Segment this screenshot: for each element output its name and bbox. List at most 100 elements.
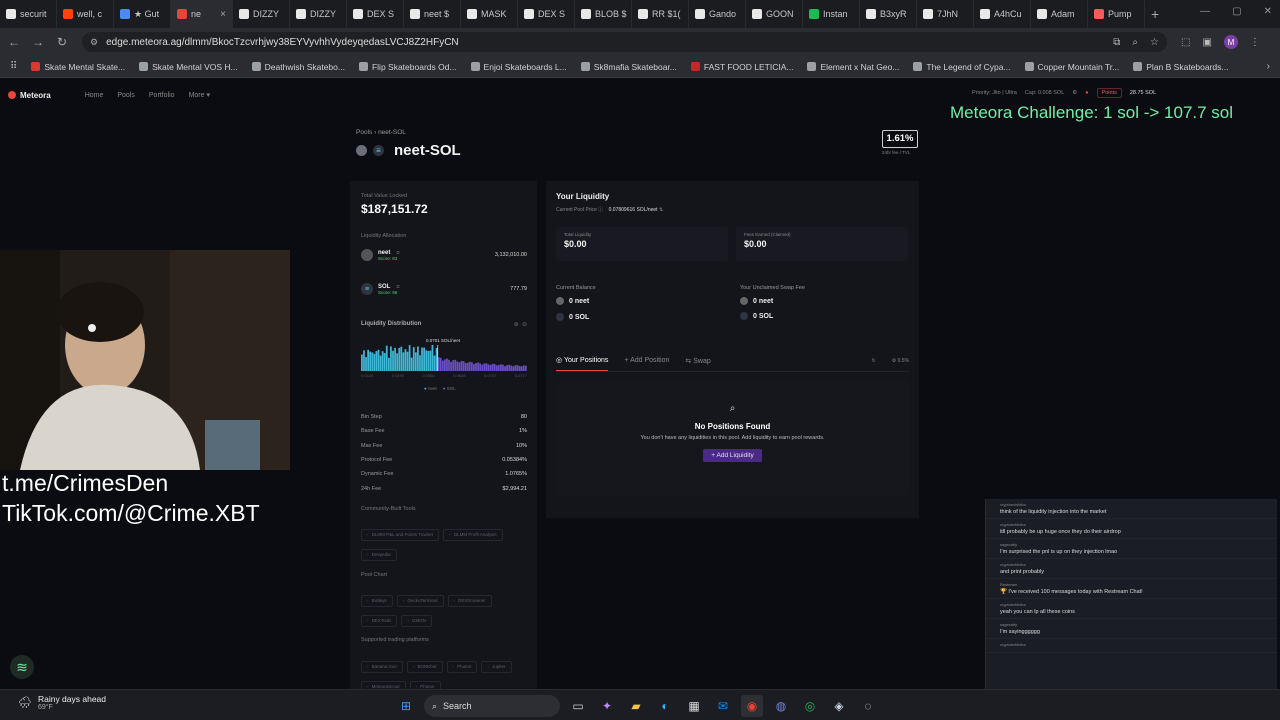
browser-tab[interactable]: ★ Gut: [114, 0, 171, 28]
sidebar-icon[interactable]: ▣: [1202, 37, 1211, 48]
platform-link[interactable]: ◦ Photon: [446, 661, 478, 673]
community-tool-link[interactable]: ◦ DLMM P&L and Points Tracker: [361, 529, 440, 541]
spotify-icon[interactable]: ◎: [799, 695, 821, 717]
browser-tab[interactable]: MASK: [461, 0, 518, 28]
copy-address-icon[interactable]: ⧉: [396, 250, 399, 255]
browser-tab[interactable]: well, c: [57, 0, 114, 28]
apps-icon[interactable]: ⠿: [10, 61, 17, 72]
browser-tab[interactable]: Pump: [1088, 0, 1145, 28]
tab-your-positions[interactable]: ◎ Your Positions: [556, 356, 609, 371]
cap-setting[interactable]: Cap: 0.008 SOL: [1025, 90, 1064, 96]
browser-tab[interactable]: Gando: [689, 0, 746, 28]
new-tab-button[interactable]: +: [1151, 6, 1159, 22]
maximize-icon[interactable]: ▢: [1232, 6, 1241, 17]
add-liquidity-button[interactable]: + Add Liquidity: [703, 449, 762, 462]
edge-icon[interactable]: ◐: [654, 695, 676, 717]
browser-tab[interactable]: Instan: [803, 0, 860, 28]
browser-tab[interactable]: DIZZY: [290, 0, 347, 28]
browser-tab[interactable]: DEX S: [518, 0, 575, 28]
forward-icon[interactable]: →: [28, 35, 48, 49]
browser-tab[interactable]: BLOB $: [575, 0, 632, 28]
menu-icon[interactable]: ⋮: [1250, 37, 1260, 48]
chart-link[interactable]: ◦ GMGN: [401, 615, 432, 627]
community-tool-link[interactable]: ◦ DLMM Profit Analysis: [443, 529, 503, 541]
discord-icon[interactable]: ◍: [770, 695, 792, 717]
steam-icon[interactable]: ◈: [828, 695, 850, 717]
chart-link[interactable]: ◦ Birdeye: [361, 595, 393, 607]
reload-icon[interactable]: ↻: [52, 35, 72, 49]
bookmark-item[interactable]: Skate Mental VOS H...: [139, 62, 238, 72]
browser-tab[interactable]: GOON: [746, 0, 803, 28]
community-tool-link[interactable]: ◦ Dexpedia: [361, 549, 397, 561]
copy-address-icon[interactable]: ⧉: [396, 284, 399, 289]
nav-more[interactable]: More ▾: [189, 91, 210, 99]
address-bar[interactable]: ⚙ edge.meteora.ag/dlmm/BkocTzcvrhjwy38EY…: [82, 32, 1167, 52]
priority-setting[interactable]: Priority: Jito | Ultra: [972, 90, 1017, 96]
bookmark-item[interactable]: Flip Skateboards Od...: [358, 62, 457, 72]
platform-link[interactable]: ◦ Jupiter: [481, 661, 512, 673]
tab-swap[interactable]: ⇆ Swap: [685, 357, 710, 371]
extensions-icon[interactable]: ⬚: [1181, 37, 1190, 48]
outlook-icon[interactable]: ✉: [712, 695, 734, 717]
bookmark-item[interactable]: The Legend of Cypa...: [913, 62, 1011, 72]
windows-start-icon[interactable]: ⊞: [395, 695, 417, 717]
zoom-out-icon[interactable]: ⊖: [522, 322, 527, 328]
bookmark-item[interactable]: Skate Mental Skate...: [31, 62, 125, 72]
browser-tab[interactable]: DIZZY: [233, 0, 290, 28]
bookmark-item[interactable]: FAST FOOD LETICIA...: [690, 62, 793, 72]
bookmarks-overflow-icon[interactable]: ›: [1267, 61, 1270, 72]
nav-portfolio[interactable]: Portfolio: [149, 92, 175, 99]
copilot-icon[interactable]: ✦: [596, 695, 618, 717]
bookmark-item[interactable]: Enjoi Skateboards L...: [470, 62, 567, 72]
settings-icon[interactable]: ⚙: [1072, 90, 1077, 96]
close-window-icon[interactable]: ✕: [1264, 6, 1272, 17]
zoom-in-icon[interactable]: ⊕: [514, 322, 519, 328]
swap-direction-icon[interactable]: ⇅: [659, 207, 663, 213]
file-explorer-icon[interactable]: ▰: [625, 695, 647, 717]
slippage-setting[interactable]: ⚙ 0.5%: [892, 358, 909, 364]
chart-link[interactable]: ◦ GeckoTerminal: [396, 595, 444, 607]
chart-link[interactable]: ◦ DEXScreener: [447, 595, 492, 607]
store-icon[interactable]: ▦: [683, 695, 705, 717]
platform-link[interactable]: ◦ BONKbot: [406, 661, 443, 673]
bookmark-item[interactable]: Sk8mafia Skateboar...: [580, 62, 677, 72]
back-icon[interactable]: ←: [4, 35, 24, 49]
browser-tab[interactable]: RR $1(: [632, 0, 689, 28]
nav-pools[interactable]: Pools: [117, 92, 135, 99]
browser-tab[interactable]: A4hCu: [974, 0, 1031, 28]
browser-tab[interactable]: neet $: [404, 0, 461, 28]
refresh-icon[interactable]: ↻: [872, 358, 876, 364]
browser-tab[interactable]: securit: [0, 0, 57, 28]
spotify-icon: [809, 9, 819, 19]
browser-tab[interactable]: 7JhN: [917, 0, 974, 28]
browser-tab[interactable]: Adam: [1031, 0, 1088, 28]
bookmark-item[interactable]: Plan B Skateboards...: [1133, 62, 1228, 72]
browser-tab[interactable]: B3xyR: [860, 0, 917, 28]
obs-icon[interactable]: ◌: [857, 695, 879, 717]
points-button[interactable]: Points: [1096, 88, 1122, 98]
task-view-icon[interactable]: ▭: [567, 695, 589, 717]
chrome-icon[interactable]: ◉: [741, 695, 763, 717]
profile-avatar[interactable]: M: [1223, 35, 1238, 49]
meteora-logo[interactable]: Meteora: [8, 91, 51, 100]
weather-widget[interactable]: 🌧 Rainy days ahead 69°F: [18, 694, 106, 711]
install-app-icon[interactable]: ⧉: [1113, 37, 1120, 48]
notification-icon[interactable]: ●: [1085, 90, 1088, 96]
bookmark-item[interactable]: Element x Nat Geo...: [807, 62, 899, 72]
breadcrumb-pools[interactable]: Pools: [356, 129, 372, 136]
nav-home[interactable]: Home: [85, 92, 104, 99]
wallet-balance[interactable]: 28.75 SOL: [1130, 90, 1156, 96]
bookmark-item[interactable]: Copper Mountain Tr...: [1024, 62, 1119, 72]
browser-tab[interactable]: DEX S: [347, 0, 404, 28]
zoom-icon[interactable]: ⌕: [1132, 37, 1138, 48]
chart-link[interactable]: ◦ DEXTools: [361, 615, 398, 627]
close-tab-icon[interactable]: ×: [220, 9, 226, 20]
star-icon[interactable]: ☆: [1150, 37, 1159, 48]
browser-tab[interactable]: ne ×: [171, 0, 233, 28]
platform-link[interactable]: ◦ Banana Gun: [361, 661, 403, 673]
minimize-icon[interactable]: —: [1200, 6, 1210, 17]
bookmark-item[interactable]: Deathwish Skatebo...: [251, 62, 345, 72]
site-info-icon[interactable]: ⚙: [90, 37, 98, 48]
taskbar-search[interactable]: ⌕ Search: [424, 695, 560, 717]
tab-add-position[interactable]: + Add Position: [624, 357, 669, 370]
